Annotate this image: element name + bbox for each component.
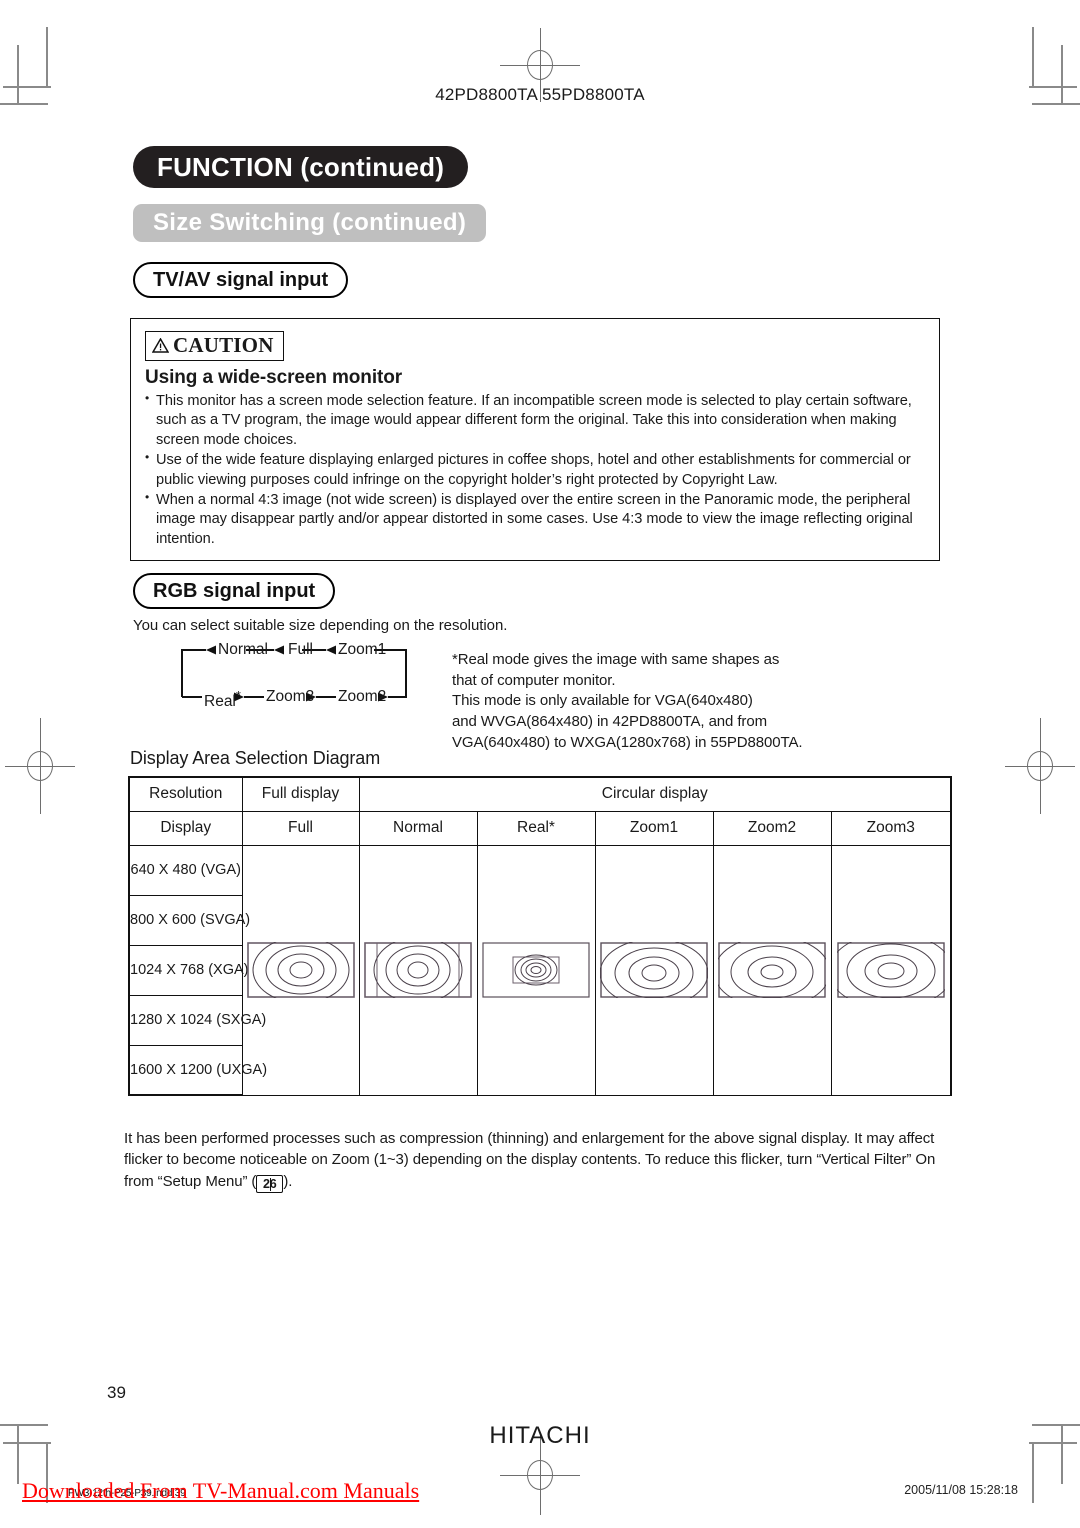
table-column-header-row: Display Full Normal Real* Zoom1 Zoom2 Zo… [128,810,953,846]
resolution-cell: 1280 X 1024 (SXGA) [128,994,266,1046]
display-area-diagram-title: Display Area Selection Diagram [130,748,381,768]
print-timestamp: 2005/11/08 15:28:18 [904,1483,1018,1497]
table-col-zoom3: Zoom3 [830,810,953,846]
caution-bullet: Use of the wide feature displaying enlar… [145,450,925,490]
flow-node-zoom1: Zoom1 [338,641,387,658]
subsection-header-tv-av-signal-input: TV/AV signal input [133,262,349,298]
diagram-cell-zoom1 [594,844,714,1096]
table-col-full: Full [241,810,360,846]
diagram-cell-full [241,844,360,1096]
table-col-zoom2: Zoom2 [712,810,832,846]
caution-bullet-list: This monitor has a screen mode selection… [145,391,925,549]
note-line: This mode is only available for VGA(640x… [452,692,753,710]
flicker-note-text-after: ). [283,1172,293,1190]
caution-badge-label: CAUTION [173,333,274,357]
table-header-circular-display: Circular display [358,776,953,812]
flow-node-zoom2: Zoom2 [338,688,387,705]
size-mode-cycle-diagram: Normal Full Zoom1 Real* Zoom3 Zoom2 [176,640,444,712]
resolution-cell: 640 X 480 (VGA) [128,844,243,896]
manual-page: 42PD8800TA 55PD8800TA FUNCTION (continue… [0,0,1080,1528]
diagram-cell-real [476,844,596,1096]
flow-node-normal: Normal [218,641,268,658]
display-area-selection-table: Resolution Full display Circular display… [128,776,953,1096]
model-numbers: 42PD8800TA 55PD8800TA [435,85,645,104]
note-line: VGA(640x480) to WXGA(1280x768) in 55PD88… [452,733,803,751]
table-header-full-display: Full display [241,776,360,812]
subsection-header-rgb-signal-input: RGB signal input [133,573,336,609]
table-group-header-row: Resolution Full display Circular display [128,776,953,812]
note-line: that of computer monitor. [452,671,616,689]
registration-mark-left [5,718,75,814]
caution-bullet: This monitor has a screen mode selection… [145,391,925,450]
table-header-resolution: Resolution [128,776,243,812]
brand-logo: HITACHI [489,1422,591,1449]
page-number: 39 [107,1383,126,1402]
flicker-note-text-before: It has been performed processes such as … [124,1130,936,1190]
flow-node-zoom3: Zoom3 [266,688,315,705]
flow-node-full: Full [288,641,313,658]
flicker-note: It has been performed processes such as … [124,1128,960,1193]
note-line: *Real mode gives the image with same sha… [452,651,780,668]
table-col-zoom1: Zoom1 [594,810,714,846]
flow-node-real: Real* [204,688,241,711]
section-header-size-switching: Size Switching (continued) [133,204,487,242]
table-col-real: Real* [476,810,596,846]
resolution-cell: 800 X 600 (SVGA) [128,894,250,946]
table-col-display: Display [128,810,243,846]
rgb-description: You can select suitable size depending o… [133,617,508,634]
page-reference-badge: 26 [256,1174,284,1193]
caution-subtitle: Using a wide-screen monitor [145,367,403,388]
warning-triangle-icon [152,338,169,353]
diagram-cell-zoom2 [712,844,832,1096]
resolution-cell: 1024 X 768 (XGA) [128,944,249,996]
note-line: and WVGA(864x480) in 42PD8800TA, and fro… [452,713,767,731]
caution-badge: CAUTION [145,331,284,361]
real-mode-note: *Real mode gives the image with same sha… [452,650,803,753]
table-col-normal: Normal [358,810,478,846]
caution-bullet: When a normal 4:3 image (not wide screen… [145,490,925,549]
download-watermark: Downloaded From TV-Manual.com Manuals [22,1478,420,1503]
registration-mark-right [1005,718,1075,814]
diagram-cell-normal [358,844,478,1096]
resolution-cell: 1600 X 1200 (UXGA) [128,1044,267,1096]
diagram-cell-zoom3 [830,844,953,1096]
caution-box: CAUTION Using a wide-screen monitor This… [130,318,940,561]
table-row: 640 X 480 (VGA) [128,844,953,1096]
section-header-function: FUNCTION (continued) [133,146,469,188]
